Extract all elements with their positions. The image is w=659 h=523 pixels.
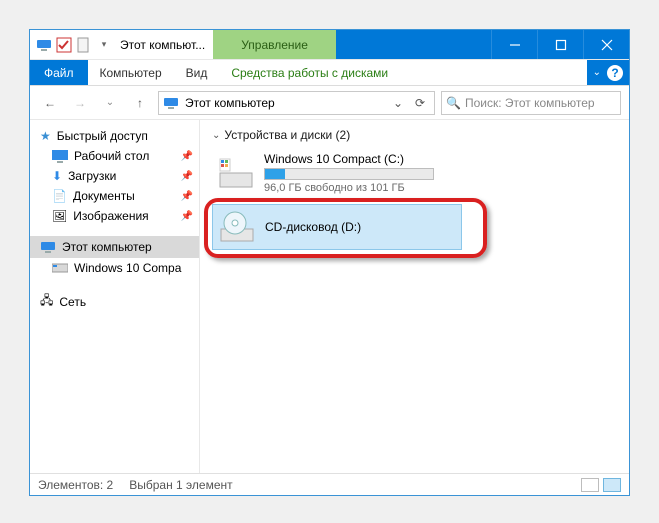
minimize-button[interactable]	[491, 30, 537, 59]
pin-icon: 📌	[181, 211, 193, 222]
forward-button[interactable]: →	[68, 91, 92, 115]
view-tiles-button[interactable]	[603, 478, 621, 492]
ribbon-tab-computer[interactable]: Компьютер	[88, 60, 174, 85]
search-box[interactable]: 🔍 Поиск: Этот компьютер	[441, 91, 621, 115]
close-button[interactable]	[583, 30, 629, 59]
address-bar[interactable]: Этот компьютер ⌄ ⟳	[158, 91, 435, 115]
address-text: Этот компьютер	[185, 96, 275, 110]
search-placeholder: Поиск: Этот компьютер	[465, 96, 595, 110]
pin-icon: 📌	[181, 171, 193, 182]
nav-label: Изображения	[73, 209, 148, 223]
checkbox-icon[interactable]	[56, 37, 72, 53]
nav-this-pc[interactable]: Этот компьютер	[30, 236, 199, 258]
nav-label: Быстрый доступ	[57, 129, 148, 143]
nav-label: Windows 10 Compa	[74, 261, 181, 275]
chevron-down-icon: ⌄	[212, 130, 220, 141]
nav-desktop[interactable]: Рабочий стол 📌	[30, 146, 199, 166]
window-title: Этот компьют...	[118, 30, 213, 59]
pictures-icon: 🖼	[52, 209, 67, 223]
hdd-icon	[52, 262, 68, 274]
quick-access-toolbar: ▾	[30, 30, 118, 59]
help-icon[interactable]: ?	[607, 65, 623, 81]
nav-label: Сеть	[59, 295, 86, 309]
properties-icon[interactable]	[76, 37, 92, 53]
drive-name: CD-дисковод (D:)	[265, 220, 455, 234]
nav-network[interactable]: 🖧 Сеть	[30, 288, 199, 315]
chevron-down-icon: ⌄	[593, 67, 601, 78]
nav-label: Загрузки	[68, 169, 116, 183]
pc-icon	[40, 239, 56, 255]
status-item-count: Элементов: 2	[38, 478, 113, 492]
view-details-button[interactable]	[581, 478, 599, 492]
ribbon-tab-view[interactable]: Вид	[174, 60, 220, 85]
desktop-icon	[52, 149, 68, 163]
drive-freespace: 96,0 ГБ свободно из 101 ГБ	[264, 182, 434, 194]
address-dropdown-icon[interactable]: ⌄	[388, 96, 408, 110]
status-bar: Элементов: 2 Выбран 1 элемент	[30, 473, 629, 495]
ribbon-expand[interactable]: ⌄ ?	[587, 60, 629, 85]
address-bar-row: ← → ⌄ ↑ Этот компьютер ⌄ ⟳ 🔍 Поиск: Этот…	[30, 86, 629, 120]
nav-label: Рабочий стол	[74, 149, 149, 163]
documents-icon: 📄	[52, 189, 67, 203]
section-title: Устройства и диски (2)	[224, 128, 350, 142]
status-selection: Выбран 1 элемент	[129, 478, 232, 492]
network-icon: 🖧	[40, 291, 53, 312]
recent-dropdown[interactable]: ⌄	[98, 91, 122, 115]
drive-c[interactable]: Windows 10 Compact (C:) 96,0 ГБ свободно…	[212, 148, 462, 198]
content-pane: ⌄ Устройства и диски (2) Windows 10 Comp…	[200, 120, 629, 473]
drive-name: Windows 10 Compact (C:)	[264, 152, 456, 166]
window-controls	[491, 30, 629, 59]
ribbon-tab-file[interactable]: Файл	[30, 60, 88, 85]
hdd-icon	[218, 155, 254, 191]
nav-pictures[interactable]: 🖼 Изображения 📌	[30, 206, 199, 226]
pc-icon	[163, 95, 179, 111]
search-icon: 🔍	[446, 96, 461, 110]
pc-icon	[36, 37, 52, 53]
star-icon: ★	[40, 129, 51, 143]
navigation-pane: ★ Быстрый доступ Рабочий стол 📌 ⬇ Загруз…	[30, 120, 200, 473]
ribbon-tab-disk-tools[interactable]: Средства работы с дисками	[219, 60, 400, 85]
nav-drive-c[interactable]: Windows 10 Compa	[30, 258, 199, 278]
drive-d-cd[interactable]: CD-дисковод (D:)	[212, 204, 462, 250]
cd-icon	[219, 209, 255, 245]
maximize-button[interactable]	[537, 30, 583, 59]
pin-icon: 📌	[181, 191, 193, 202]
downloads-icon: ⬇	[52, 169, 62, 183]
section-header[interactable]: ⌄ Устройства и диски (2)	[212, 128, 617, 142]
refresh-button[interactable]: ⟳	[410, 96, 430, 110]
nav-label: Документы	[73, 189, 135, 203]
qat-dropdown-icon[interactable]: ▾	[96, 37, 112, 53]
explorer-window: ▾ Этот компьют... Управление Файл Компью…	[29, 29, 630, 496]
contextual-tab-header[interactable]: Управление	[213, 30, 336, 59]
nav-label: Этот компьютер	[62, 240, 152, 254]
pin-icon: 📌	[181, 151, 193, 162]
nav-quick-access[interactable]: ★ Быстрый доступ	[30, 126, 199, 146]
up-button[interactable]: ↑	[128, 91, 152, 115]
ribbon-tabs: Файл Компьютер Вид Средства работы с дис…	[30, 60, 629, 86]
nav-downloads[interactable]: ⬇ Загрузки 📌	[30, 166, 199, 186]
usage-bar	[264, 168, 434, 180]
title-bar: ▾ Этот компьют... Управление	[30, 30, 629, 60]
nav-documents[interactable]: 📄 Документы 📌	[30, 186, 199, 206]
back-button[interactable]: ←	[38, 91, 62, 115]
